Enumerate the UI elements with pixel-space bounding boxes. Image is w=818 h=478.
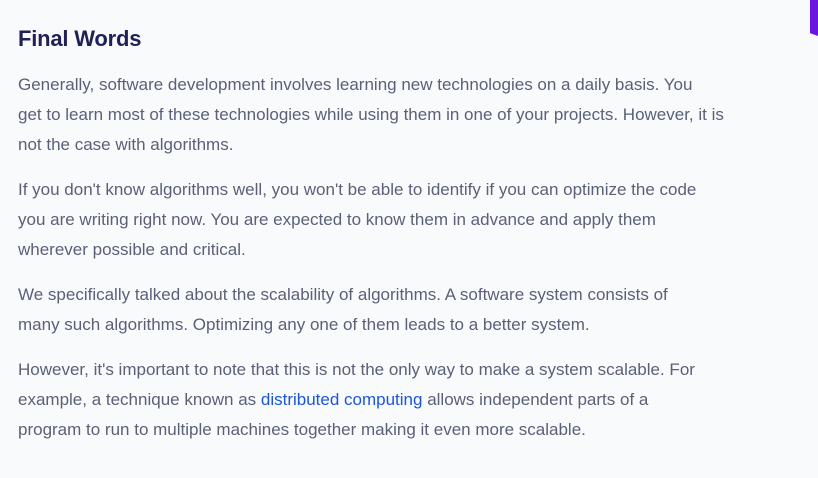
text-line: not the case with algorithms. — [18, 135, 234, 154]
text-segment: allows independent parts of a — [422, 390, 649, 409]
text-line: many such algorithms. Optimizing any one… — [18, 315, 590, 334]
text-line: However, it's important to note that thi… — [18, 360, 695, 379]
text-segment: example, a technique known as — [18, 390, 261, 409]
text-line: you are writing right now. You are expec… — [18, 210, 656, 229]
text-line: If you don't know algorithms well, you w… — [18, 180, 697, 199]
paragraph-3: We specifically talked about the scalabi… — [18, 280, 818, 340]
article-body: Generally, software development involves… — [18, 70, 818, 460]
text-line: program to run to multiple machines toge… — [18, 420, 586, 439]
decorative-accent — [810, 0, 818, 36]
text-line: example, a technique known as distribute… — [18, 385, 818, 415]
text-line: Generally, software development involves… — [18, 75, 693, 94]
distributed-computing-link[interactable]: distributed computing — [261, 390, 423, 409]
section-heading: Final Words — [18, 26, 142, 51]
text-line: wherever possible and critical. — [18, 240, 246, 259]
text-line: get to learn most of these technologies … — [18, 105, 724, 124]
paragraph-4: However, it's important to note that thi… — [18, 355, 818, 445]
text-line: We specifically talked about the scalabi… — [18, 285, 668, 304]
paragraph-2: If you don't know algorithms well, you w… — [18, 175, 818, 265]
paragraph-1: Generally, software development involves… — [18, 70, 818, 160]
